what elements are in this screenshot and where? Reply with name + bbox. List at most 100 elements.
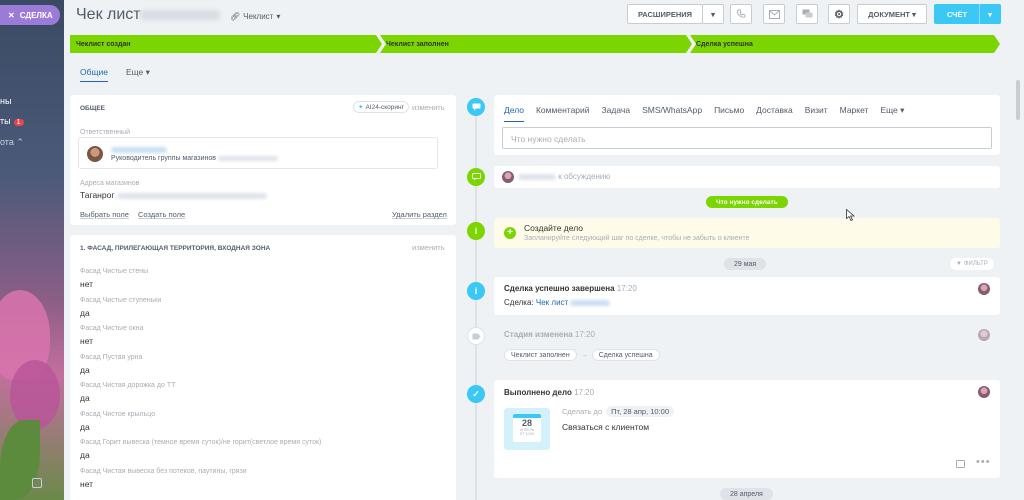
create-activity-card[interactable]: + Создайте дело Запланируйте следующий ш…	[494, 218, 1000, 248]
activity-tab[interactable]: Визит	[805, 105, 828, 122]
facade-section: 1. ФАСАД, ПРИЛЕГАЮЩАЯ ТЕРРИТОРИЯ, ВХОДНА…	[70, 235, 456, 500]
activity-tab[interactable]: Комментарий	[536, 105, 590, 122]
activity-tab[interactable]: Маркет	[840, 105, 869, 122]
chevron-down-icon: ▾	[711, 9, 715, 19]
document-button[interactable]: ДОКУМЕНТ ▾	[857, 4, 927, 24]
responsible-role: Руководитель группы магазинов	[111, 155, 278, 162]
avatar	[978, 386, 990, 398]
todo-pill[interactable]: Что нужно сделать	[706, 196, 788, 208]
extensions-dropdown-button[interactable]: ▾	[702, 4, 724, 24]
chat-button[interactable]	[796, 4, 818, 24]
avatar	[978, 283, 990, 295]
create-activity-subtitle: Запланируйте следующий шаг по сделке, чт…	[524, 235, 750, 242]
field-label: Фасад Чистая вывеска без потеков, паутин…	[80, 467, 247, 475]
avatar	[87, 146, 103, 162]
stage-filled[interactable]: Чеклист заполнен	[380, 35, 692, 53]
field-label: Фасад Чистые ступеньки	[80, 296, 162, 304]
email-button[interactable]	[763, 4, 785, 24]
page-header: Чек лист 🔗︎ Чеклист ▾ РАСШИРЕНИЯ ▾ ⚙ ДОК…	[64, 0, 1010, 32]
info-icon: i	[467, 222, 485, 240]
chevron-up-icon: ⌃	[16, 137, 24, 147]
call-button[interactable]	[730, 4, 752, 24]
activity-tab[interactable]: SMS/WhatsApp	[642, 105, 702, 122]
link-icon: 🔗︎	[230, 12, 241, 21]
stage-to-tag: Сделка успешна	[591, 349, 660, 361]
task-completed-item: Выполнено дело 17:20 28 АПРЕЛЬ ПТ 10:00 …	[494, 380, 1000, 478]
stage-success[interactable]: Сделка успешна	[690, 35, 1000, 53]
chevron-down-icon: ▾	[897, 105, 905, 115]
cursor-icon	[846, 209, 855, 221]
info-icon: i	[467, 282, 485, 300]
note-icon[interactable]	[956, 460, 965, 468]
check-icon: ✓	[467, 385, 485, 403]
ai-scoring-button[interactable]: ✦ AI24-скоринг	[353, 101, 409, 113]
activity-tab[interactable]: Дело	[504, 105, 524, 122]
filter-button[interactable]: ▼ ФИЛЬТР	[950, 258, 994, 270]
field-label: Фасад Чистое крыльцо	[80, 410, 156, 418]
sidebar-item[interactable]: ны	[0, 96, 11, 106]
page-title: Чек лист	[76, 6, 141, 23]
deal-link[interactable]: Чек лист	[536, 298, 568, 307]
activity-editor: Дело Комментарий Задача SMS/WhatsApp Письмо Д…	[494, 95, 1000, 155]
responsible-box[interactable]: Руководитель группы магазинов	[78, 137, 438, 169]
field-value: да	[80, 393, 90, 403]
plus-icon[interactable]: +	[504, 227, 516, 239]
tab-more[interactable]: Еще ▾	[126, 67, 150, 82]
activity-tab[interactable]: Задача	[602, 105, 631, 122]
calendar-icon: 28 АПРЕЛЬ ПТ 10:00	[513, 414, 541, 442]
sparkle-icon: ✦	[358, 104, 364, 111]
field-value: Таганрог	[80, 190, 267, 200]
activity-tab[interactable]: Еще ▾	[880, 105, 904, 122]
box-icon[interactable]	[32, 478, 42, 488]
settings-button[interactable]: ⚙	[828, 4, 850, 24]
field-value: да	[80, 364, 90, 375]
stage-bar: Чеклист создан Чеклист заполнен Сделка у…	[70, 35, 1000, 53]
edit-link[interactable]: изменить	[412, 103, 445, 112]
chevron-down-icon: ▾	[988, 9, 992, 19]
avatar	[502, 171, 514, 183]
stage-from-tag: Чеклист заполнен	[504, 349, 577, 361]
activity-tab[interactable]: Доставка	[756, 105, 793, 122]
todo-input[interactable]: Что нужно сделать	[502, 127, 992, 149]
date-separator: 29 мая	[724, 258, 767, 270]
general-section: ОБЩЕЕ ✦ AI24-скоринг изменить Ответствен…	[70, 95, 456, 225]
main-area: Чек лист 🔗︎ Чеклист ▾ РАСШИРЕНИЯ ▾ ⚙ ДОК…	[64, 0, 1010, 500]
field-value: да	[80, 450, 90, 460]
deal-completed-item: Сделка успешно завершена 17:20 Сделка: Ч…	[494, 277, 1000, 315]
sidebar-item[interactable]: ота ⌃	[0, 137, 24, 148]
blurred-title-part	[140, 10, 220, 20]
extensions-button[interactable]: РАСШИРЕНИЯ	[627, 4, 703, 24]
invoice-button[interactable]: СЧЁТ	[934, 4, 980, 24]
stage-created[interactable]: Чеклист создан	[70, 35, 382, 53]
field-label: Фасад Чистая дорожка до ТТ	[80, 382, 176, 389]
discussion-item[interactable]: к обсуждению	[494, 166, 1000, 188]
comment-icon	[467, 168, 485, 186]
activity-tabs: Дело Комментарий Задача SMS/WhatsApp Письмо Д…	[504, 105, 904, 122]
close-deal-button[interactable]: ✕ СДЕЛКА	[0, 5, 60, 25]
left-sidebar: ✕ СДЕЛКА ны ты 1 ота ⌃	[0, 0, 64, 500]
date-separator: 28 апреля	[720, 488, 773, 500]
category-selector[interactable]: 🔗︎ Чеклист ▾	[230, 12, 280, 21]
stage-changed-item: Стадия изменена 17:20 Чеклист заполнен →…	[494, 323, 1000, 369]
invoice-dropdown-button[interactable]: ▾	[979, 4, 1001, 24]
delete-section-link[interactable]: Удалить раздел	[392, 210, 447, 219]
select-field-link[interactable]: Выбрать поле	[80, 210, 129, 219]
activity-tab[interactable]: Письмо	[714, 105, 744, 122]
arrow-right-icon: →	[580, 351, 588, 359]
gear-icon: ⚙	[834, 8, 844, 21]
sidebar-item[interactable]: ты 1	[0, 116, 24, 126]
chevron-down-icon: ▾	[145, 67, 150, 77]
filter-icon: ▼	[956, 261, 962, 267]
event-deal: Сделка: Чек лист	[504, 298, 611, 307]
edit-link[interactable]: изменить	[412, 243, 445, 252]
envelope-icon	[768, 9, 780, 19]
more-icon[interactable]: •••	[976, 456, 991, 468]
tab-general[interactable]: Общие	[80, 67, 108, 82]
deadline-row: Сделать до Пт, 28 апр, 10:00	[562, 406, 675, 417]
create-field-link[interactable]: Создать поле	[138, 210, 185, 219]
section-title: ОБЩЕЕ	[80, 105, 106, 112]
stage-transition: Чеклист заполнен → Сделка успешна	[504, 349, 660, 361]
discussion-text: к обсуждению	[518, 172, 610, 181]
scrollbar[interactable]	[1016, 80, 1020, 120]
background-leaf	[0, 420, 40, 500]
